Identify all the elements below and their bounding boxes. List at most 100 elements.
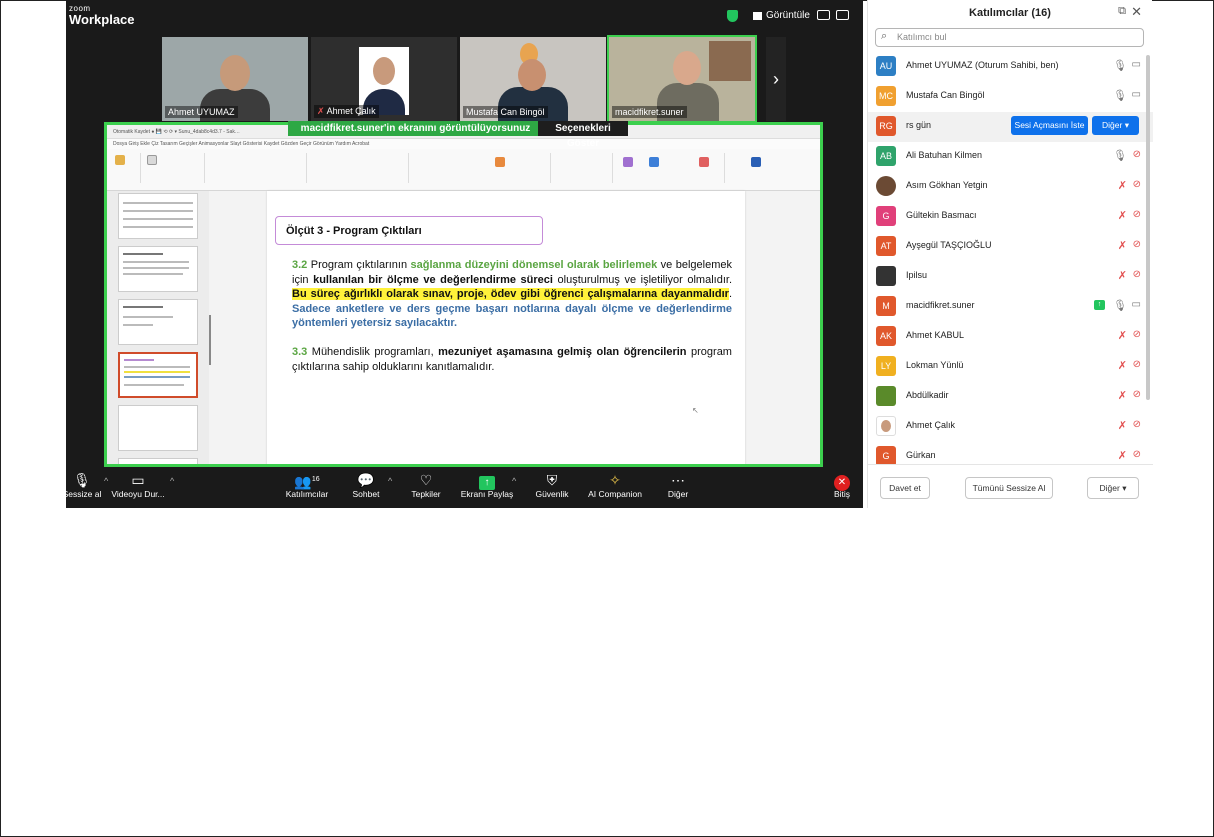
video-options-caret[interactable]: ^ [170,476,174,486]
ribbon-group-editing [553,153,613,183]
mic-muted-icon[interactable]: ✗ [1118,449,1127,462]
criterion-title: Ölçüt 3 - Program Çıktıları [275,216,543,245]
designer-icon [699,157,709,167]
participant-row[interactable]: AB Ali Batuhan Kilmen 🎙 ⊘ [868,142,1153,172]
camera-off-icon[interactable]: ⊘ [1133,269,1141,280]
participant-row[interactable]: MC Mustafa Can Bingöl 🎙 ▭ [868,82,1153,112]
participant-row-hovered[interactable]: RG rs gün Sesi Açmasını İste Diğer ▾ [868,112,1153,142]
slide-thumbnail[interactable] [118,405,198,451]
microphone-icon[interactable]: 🎙 [1113,149,1127,162]
video-tile-2[interactable]: ✗ Ahmet Çalık [311,37,457,121]
camera-icon[interactable]: ▭ [1132,59,1141,70]
ppt-menu-bar: Dosya Giriş Ekle Çiz Tasarım Geçişler An… [107,139,820,149]
mute-all-button[interactable]: Tümünü Sessize Al [965,477,1053,499]
participant-row[interactable]: Ipilsu ✗ ⊘ [868,262,1153,292]
camera-icon[interactable]: ▭ [1132,89,1141,100]
paste-icon [115,155,125,165]
participant-row[interactable]: AU Ahmet UYUMAZ (Oturum Sahibi, ben) 🎙 ▭ [868,52,1153,82]
mic-muted-icon[interactable]: ✗ [1118,359,1127,372]
video-tile-3[interactable]: Mustafa Can Bingöl [460,37,606,121]
camera-off-icon[interactable]: ⊘ [1133,389,1141,400]
view-button[interactable]: Görüntüle [753,10,810,21]
slide-thumbnail-selected[interactable] [118,352,198,398]
camera-off-icon[interactable]: ⊘ [1133,329,1141,340]
end-meeting-button[interactable]: ✕ Bitiş [824,471,860,499]
invite-button[interactable]: Davet et [880,477,930,499]
slide-thumbnail[interactable] [118,193,198,239]
slide-thumbnail[interactable] [118,458,198,464]
mic-muted-icon[interactable]: ✗ [1118,209,1127,222]
microphone-icon[interactable]: 🎙 [1113,89,1127,102]
camera-off-icon[interactable]: ⊘ [1133,419,1141,430]
close-icon[interactable]: ✕ [1131,4,1142,20]
dictate-icon [649,157,659,167]
participant-row[interactable]: G Gültekin Basmacı ✗ ⊘ [868,202,1153,232]
thumbnail-scrollbar[interactable] [209,315,211,365]
slide-thumbnail[interactable] [118,246,198,292]
next-videos-arrow[interactable]: › [766,37,786,121]
view-label: Görüntüle [766,10,810,21]
avatar: AB [876,146,896,166]
participant-more-button[interactable]: Diğer ▾ [1092,116,1139,135]
participant-list-scrollbar[interactable] [1146,55,1150,400]
ribbon-group-font [207,153,307,183]
microphone-icon[interactable]: 🎙 [1113,59,1127,72]
more-button[interactable]: ⋯ Diğer [660,471,696,499]
stop-video-button[interactable]: ▭ Videoyu Dur... [110,471,166,499]
popout-icon[interactable]: ⧉ [1118,5,1126,18]
participant-list: AU Ahmet UYUMAZ (Oturum Sahibi, ben) 🎙 ▭… [868,52,1153,464]
ask-to-unmute-button[interactable]: Sesi Açmasını İste [1011,116,1088,135]
participant-row[interactable]: AK Ahmet KABUL ✗ ⊘ [868,322,1153,352]
share-options-caret[interactable]: ^ [512,476,516,486]
camera-off-icon[interactable]: ⊘ [1133,239,1141,250]
microphone-icon[interactable]: 🎙 [1113,299,1127,312]
camera-off-icon[interactable]: ⊘ [1133,449,1141,460]
speaker-view-icon[interactable] [817,10,830,20]
video-tile-4-active[interactable]: macidfikret.suner [607,35,757,123]
search-input[interactable]: Katılımcı bul [875,28,1144,47]
mouse-cursor-icon: ↖ [692,406,699,415]
mute-options-caret[interactable]: ^ [104,476,108,486]
mic-muted-icon[interactable]: ✗ [1118,329,1127,342]
mic-muted-icon[interactable]: ✗ [1118,239,1127,252]
camera-off-icon[interactable]: ⊘ [1133,149,1141,160]
participant-row[interactable]: LY Lokman Yünlü ✗ ⊘ [868,352,1153,382]
chat-options-caret[interactable]: ^ [388,476,392,486]
video-tile-1[interactable]: Ahmet UYUMAZ [162,37,308,121]
mic-muted-icon[interactable]: ✗ [1118,419,1127,432]
mic-muted-icon[interactable]: ✗ [1118,179,1127,192]
participant-row[interactable]: Abdülkadir ✗ ⊘ [868,382,1153,412]
avatar: M [876,296,896,316]
share-screen-button[interactable]: ↑ Ekranı Paylaş [458,471,516,499]
camera-icon[interactable]: ▭ [1132,299,1141,310]
participant-row[interactable]: AT Ayşegül TAŞÇIOĞLU ✗ ⊘ [868,232,1153,262]
ai-companion-button[interactable]: ✧ AI Companion [584,471,646,499]
fullscreen-icon[interactable] [836,10,849,20]
microphone-icon: 🎙 [73,472,91,488]
avatar-photo [876,416,896,436]
classification-icon [751,157,761,167]
panel-more-button[interactable]: Diğer ▾ [1087,477,1139,499]
participant-row[interactable]: G Gürkan ✗ ⊘ [868,442,1153,464]
participant-row[interactable]: Asım Gökhan Yetgin ✗ ⊘ [868,172,1153,202]
reactions-button[interactable]: ♡ Tepkiler [408,471,444,499]
participant-name: Lokman Yünlü [906,360,964,370]
slide-thumbnail[interactable] [118,299,198,345]
shield-icon: ⛨ [546,472,558,488]
camera-off-icon[interactable]: ⊘ [1133,179,1141,190]
mic-muted-icon[interactable]: ✗ [1118,389,1127,402]
participant-name: Mustafa Can Bingöl [906,90,985,100]
security-button[interactable]: ⛨ Güvenlik [528,471,576,499]
participant-row[interactable]: M macidfikret.suner ↑ 🎙 ▭ [868,292,1153,322]
camera-off-icon[interactable]: ⊘ [1133,209,1141,220]
camera-off-icon[interactable]: ⊘ [1133,359,1141,370]
sparkle-icon: ✧ [609,472,621,488]
mute-button[interactable]: 🎙 Sessize al [66,471,102,499]
view-options-button[interactable]: Seçenekleri Göster [538,121,628,149]
chat-button[interactable]: 💬 Sohbet [348,471,384,499]
encryption-shield-icon[interactable] [727,10,738,22]
participant-row[interactable]: Ahmet Çalık ✗ ⊘ [868,412,1153,442]
ribbon-group-sensitivity [727,153,787,183]
mic-muted-icon[interactable]: ✗ [1118,269,1127,282]
participants-button[interactable]: 👥16 Katılımcılar [282,471,332,499]
